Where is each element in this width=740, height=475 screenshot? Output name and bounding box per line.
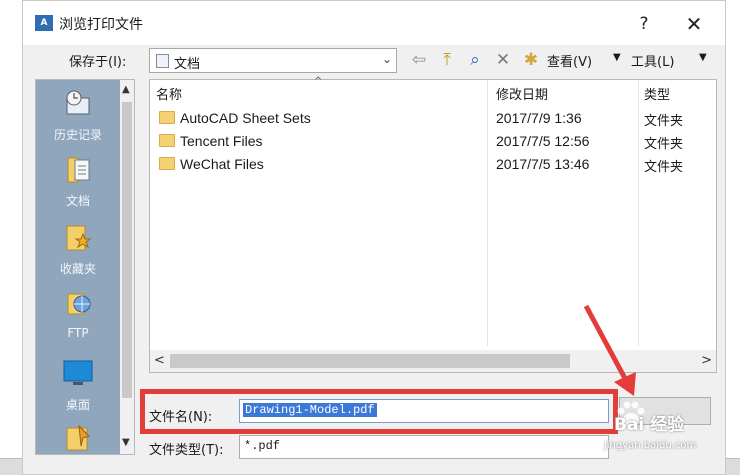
views-dropdown-icon[interactable]: ▼: [613, 52, 621, 63]
file-date: 2017/7/5 13:46: [496, 156, 590, 172]
views-menu-button[interactable]: 查看(V): [547, 51, 592, 70]
file-name: Tencent Files: [180, 133, 263, 149]
watermark-brand: Bai 经验: [614, 415, 685, 435]
place-label: 历史记录: [53, 128, 102, 142]
places-bar: 历史记录 文档 收藏夹 FTP 桌面 ▲ ▼: [35, 79, 135, 455]
file-row[interactable]: AutoCAD Sheet Sets 2017/7/9 1:36 文件夹: [150, 108, 716, 130]
column-header-type[interactable]: 类型: [644, 84, 670, 103]
scroll-left-icon[interactable]: <: [154, 353, 165, 368]
place-label: 桌面: [65, 398, 90, 412]
file-type-label: 文件类型(T):: [149, 443, 224, 458]
title-bar: A 浏览打印文件 ? ✕: [23, 1, 725, 45]
file-type: 文件夹: [644, 137, 684, 152]
place-documents[interactable]: 文档: [36, 152, 120, 209]
highlight-annotation-box: [140, 389, 618, 434]
place-buzzsaw[interactable]: [36, 420, 120, 454]
help-button[interactable]: ?: [629, 9, 659, 39]
up-folder-icon[interactable]: ⤒: [437, 50, 457, 70]
save-in-label: 保存于(I):: [69, 55, 127, 70]
close-button[interactable]: ✕: [679, 9, 709, 39]
file-date: 2017/7/9 1:36: [496, 110, 582, 126]
place-history[interactable]: 历史记录: [36, 86, 120, 143]
file-row[interactable]: Tencent Files 2017/7/5 12:56 文件夹: [150, 131, 716, 153]
new-folder-icon[interactable]: ✱: [521, 50, 541, 70]
baidu-watermark: Bai 经验 jingyan.baidu.com: [604, 398, 734, 458]
place-desktop[interactable]: 桌面: [36, 356, 120, 413]
folder-icon: [159, 157, 175, 170]
place-label: FTP: [67, 326, 89, 340]
search-icon[interactable]: ⌕: [465, 50, 485, 70]
folder-icon: [159, 111, 175, 124]
folder-icon: [159, 134, 175, 147]
place-label: 收藏夹: [59, 262, 96, 276]
tools-dropdown-icon[interactable]: ▼: [699, 52, 707, 63]
app-icon: A: [35, 15, 53, 31]
file-type: 文件夹: [644, 114, 684, 129]
back-icon[interactable]: ⇦: [409, 50, 429, 70]
file-type-value: *.pdf: [244, 439, 281, 453]
favorites-icon: [66, 225, 92, 251]
tools-menu-button[interactable]: 工具(L): [631, 51, 674, 70]
documents-folder-icon: [156, 54, 169, 68]
documents-icon: [67, 157, 90, 183]
watermark-url: jingyan.baidu.com: [604, 440, 697, 451]
scroll-right-icon[interactable]: >: [701, 353, 712, 368]
delete-icon[interactable]: ✕: [493, 50, 513, 70]
place-ftp[interactable]: FTP: [36, 286, 120, 340]
file-type: 文件夹: [644, 160, 684, 175]
file-name: WeChat Files: [180, 156, 264, 172]
place-label: 文档: [65, 194, 90, 208]
history-icon: [66, 90, 90, 115]
column-header-name[interactable]: 名称: [156, 84, 182, 103]
scroll-up-icon[interactable]: ▲: [122, 84, 130, 95]
places-list: 历史记录 文档 收藏夹 FTP 桌面: [36, 80, 120, 454]
save-in-dropdown[interactable]: 文档 ⌄: [149, 48, 397, 73]
sort-ascending-icon: ^: [314, 76, 323, 87]
scroll-thumb[interactable]: [122, 102, 132, 398]
horizontal-scrollbar[interactable]: < >: [150, 350, 716, 372]
file-row[interactable]: WeChat Files 2017/7/5 13:46 文件夹: [150, 154, 716, 176]
place-favorites[interactable]: 收藏夹: [36, 220, 120, 277]
chevron-down-icon: ⌄: [381, 52, 392, 66]
scroll-down-icon[interactable]: ▼: [122, 437, 130, 448]
file-list[interactable]: ^ 名称 修改日期 类型 AutoCAD Sheet Sets 2017/7/9…: [149, 76, 717, 373]
file-type-dropdown[interactable]: *.pdf: [239, 435, 609, 459]
file-date: 2017/7/5 12:56: [496, 133, 590, 149]
ftp-icon: [67, 293, 91, 315]
scroll-thumb[interactable]: [170, 354, 570, 368]
file-name: AutoCAD Sheet Sets: [180, 110, 311, 126]
dialog-title: 浏览打印文件: [59, 17, 143, 33]
places-scrollbar[interactable]: ▲ ▼: [120, 80, 134, 454]
save-in-value: 文档: [174, 57, 201, 72]
desktop-icon: [63, 360, 93, 385]
buzzsaw-icon: [66, 424, 90, 451]
column-header-date[interactable]: 修改日期: [496, 84, 548, 103]
